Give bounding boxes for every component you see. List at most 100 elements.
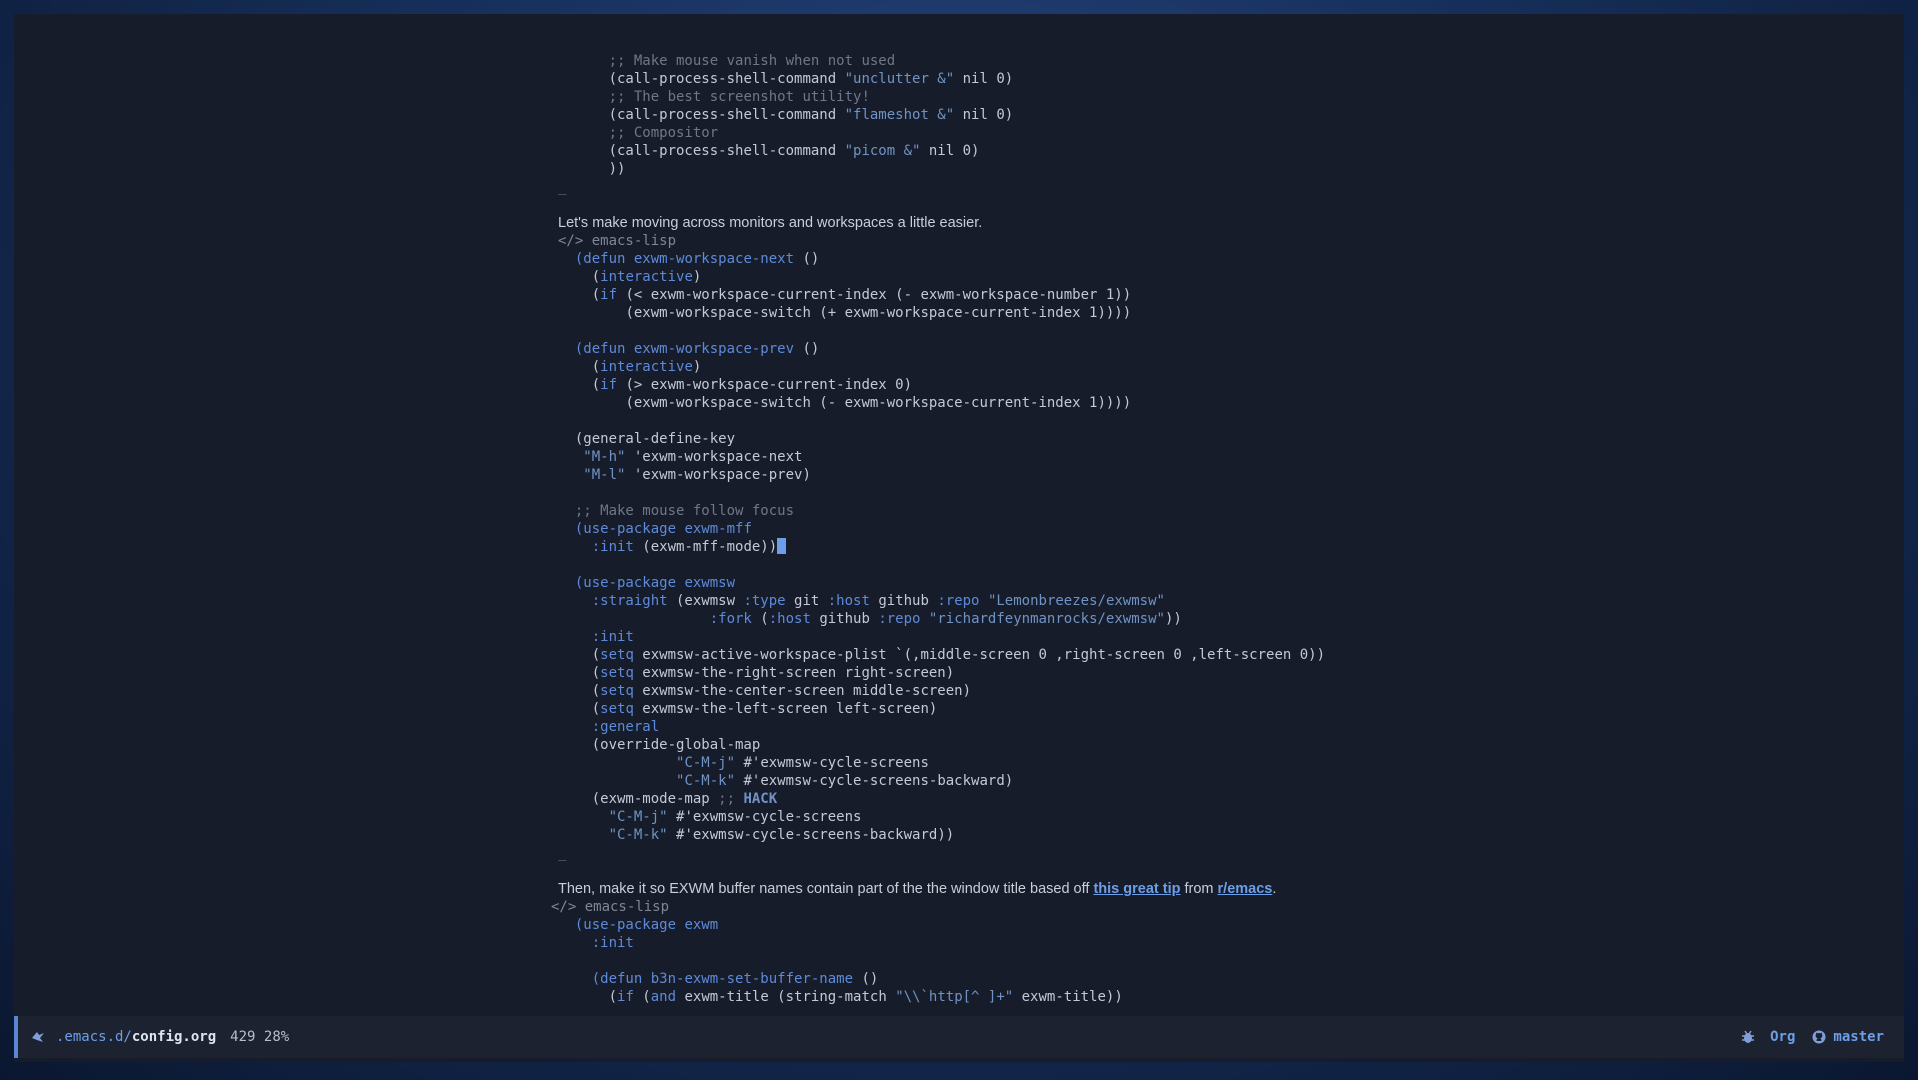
code-line: :straight (exwmsw :type git :host github…: [14, 592, 1904, 610]
code-token: (: [591, 269, 601, 285]
keyword-arg-token: :fork: [709, 611, 752, 627]
code-line: (setq exwmsw-active-workspace-plist `(,m…: [14, 646, 1904, 664]
keyword-token: (use-package: [574, 917, 677, 933]
keyword-arg-token: :straight: [591, 593, 668, 609]
string-token: "C-M-k": [608, 827, 668, 843]
code-token: (exwm-mff-mode)): [633, 539, 778, 555]
keyword-token: (defun: [574, 341, 626, 357]
code-line: ;; The best screenshot utility!: [14, 88, 1904, 106]
code-line: "C-M-j" #'exwmsw-cycle-screens: [14, 808, 1904, 826]
code-line: "M-h" 'exwm-workspace-next: [14, 448, 1904, 466]
keyword-token: (use-package: [574, 575, 677, 591]
git-branch[interactable]: master: [1833, 1029, 1884, 1045]
src-block-end: _: [14, 844, 1904, 862]
function-name-token: b3n-exwm-set-buffer-name: [650, 971, 854, 987]
code-line: (exwm-workspace-switch (- exwm-workspace…: [14, 394, 1904, 412]
string-token: "\\`http[^ ]+": [895, 989, 1014, 1005]
org-paragraph: Let's make moving across monitors and wo…: [14, 214, 1904, 232]
buffer-percent: 28%: [263, 1029, 290, 1045]
code-line: (exwm-mode-map ;; HACK: [14, 790, 1904, 808]
mode-line: .emacs.d/config.org 429 28% Org master: [14, 1016, 1904, 1058]
code-token: exwm-title)): [1013, 989, 1123, 1005]
buffer-lines: ;; Make mouse vanish when not used (call…: [14, 52, 1904, 1006]
code-line: (use-package exwm-mff: [14, 520, 1904, 538]
prose-text: .: [1272, 881, 1277, 897]
code-token: )): [608, 161, 626, 177]
prose-text: Then, make it so EXWM buffer names conta…: [558, 881, 1094, 897]
code-line: (setq exwmsw-the-center-screen middle-sc…: [14, 682, 1904, 700]
keyword-token: if: [600, 287, 618, 303]
prose-text: from: [1180, 881, 1218, 897]
major-mode[interactable]: Org: [1770, 1029, 1795, 1045]
keyword-arg-token: :repo: [937, 593, 980, 609]
code-token: (: [608, 989, 618, 1005]
keyword-arg-token: :host: [827, 593, 870, 609]
bug-icon[interactable]: [1738, 1027, 1758, 1047]
buffer-file-name[interactable]: config.org: [132, 1029, 216, 1045]
string-token: "flameshot &": [844, 107, 955, 123]
src-block-header: </> emacs-lisp: [14, 232, 1904, 250]
keyword-token: (defun: [591, 971, 643, 987]
code-token: (: [591, 287, 601, 303]
code-token: #'exwmsw-cycle-screens-backward)): [667, 827, 955, 843]
code-line: (if (> exwm-workspace-current-index 0): [14, 376, 1904, 394]
function-name-token: exwm-workspace-prev: [633, 341, 795, 357]
code-line: (setq exwmsw-the-left-screen left-screen…: [14, 700, 1904, 718]
comment-token: ;; The best screenshot utility!: [608, 89, 870, 105]
keyword-arg-token: :init: [591, 629, 634, 645]
editor-buffer[interactable]: ;; Make mouse vanish when not used (call…: [14, 14, 1904, 1006]
code-token: (): [794, 251, 820, 267]
code-token: (call-process-shell-command: [608, 107, 845, 123]
code-token: (exwm-workspace-switch (- exwm-workspace…: [625, 395, 1132, 411]
code-token: nil 0): [954, 71, 1014, 87]
keyword-token: interactive: [600, 269, 693, 285]
code-token: (: [633, 989, 651, 1005]
code-line: :init: [14, 628, 1904, 646]
code-line: ;; Make mouse vanish when not used: [14, 52, 1904, 70]
code-token: nil 0): [954, 107, 1014, 123]
code-token: (: [591, 359, 601, 375]
keyword-token: if: [617, 989, 634, 1005]
string-token: "M-h": [583, 449, 626, 465]
code-token: (override-global-map: [591, 737, 761, 753]
code-token: #'exwmsw-cycle-screens: [667, 809, 862, 825]
string-token: "richardfeynmanrocks/exwmsw": [928, 611, 1165, 627]
hack-tag: HACK: [743, 791, 778, 807]
org-link[interactable]: this great tip: [1093, 881, 1180, 897]
code-line: (call-process-shell-command "unclutter &…: [14, 70, 1904, 88]
keyword-arg-token: :repo: [878, 611, 921, 627]
code-token: (exwm-mode-map: [591, 791, 719, 807]
code-token: (): [794, 341, 820, 357]
line-number: 429: [230, 1029, 256, 1045]
code-token: exwmsw-active-workspace-plist `(,middle-…: [633, 647, 1326, 663]
code-token: exwmsw-the-left-screen left-screen): [633, 701, 938, 717]
code-token: (: [591, 683, 601, 699]
code-line: "C-M-j" #'exwmsw-cycle-screens: [14, 754, 1904, 772]
code-line: (defun exwm-workspace-next (): [14, 250, 1904, 268]
code-token: (call-process-shell-command: [608, 71, 845, 87]
keyword-arg-token: :type: [743, 593, 786, 609]
string-token: "C-M-j": [608, 809, 668, 825]
code-token: (exwm-workspace-switch (+ exwm-workspace…: [625, 305, 1132, 321]
code-line: (use-package exwmsw: [14, 574, 1904, 592]
string-token: "C-M-k": [676, 773, 736, 789]
org-link[interactable]: r/emacs: [1218, 881, 1273, 897]
code-token: (: [751, 611, 769, 627]
buffer-directory[interactable]: .emacs.d/: [56, 1029, 132, 1045]
keyword-token: (defun: [574, 251, 626, 267]
